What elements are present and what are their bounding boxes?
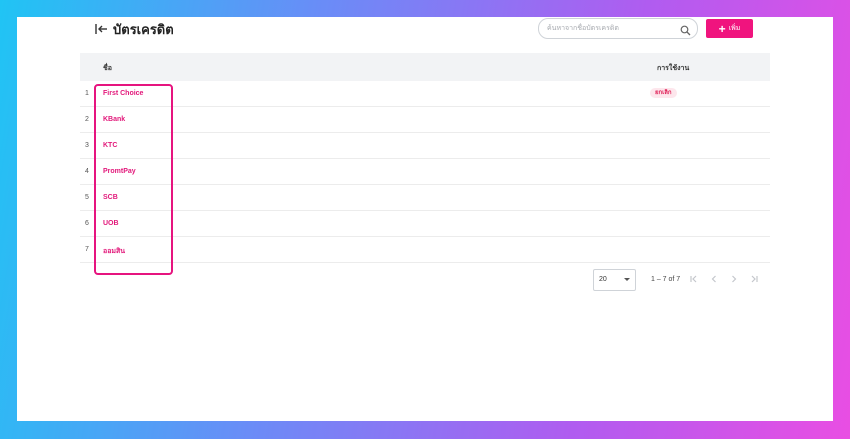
last-page-icon[interactable] — [747, 273, 761, 285]
page-size-value: 20 — [599, 276, 607, 283]
search-box[interactable] — [538, 18, 698, 39]
row-number: 1 — [85, 90, 89, 97]
pagination-range: 1 – 7 of 7 — [651, 276, 681, 283]
row-number: 7 — [85, 246, 89, 253]
row-number: 2 — [85, 116, 89, 123]
page-header: บัตรเครดิต + เพิ่ม — [80, 17, 770, 52]
credit-card-table: ชื่อ การใช้งาน 1 First Choice ยกเลิก 2 K… — [80, 53, 770, 263]
plus-icon: + — [718, 21, 726, 36]
card-name-link[interactable]: SCB — [103, 194, 118, 201]
search-icon[interactable] — [680, 23, 691, 36]
table-row[interactable]: 7 ออมสิน — [80, 237, 770, 263]
collapse-left-icon[interactable] — [94, 22, 108, 36]
app-frame: บัตรเครดิต + เพิ่ม ชื่อ การใช้งาน 1 Firs… — [17, 17, 833, 421]
first-page-icon[interactable] — [687, 273, 701, 285]
card-name-link[interactable]: ออมสิน — [103, 246, 125, 257]
prev-page-icon[interactable] — [707, 273, 721, 285]
page-size-select[interactable]: 20 — [593, 269, 636, 291]
row-number: 3 — [85, 142, 89, 149]
search-input[interactable] — [547, 19, 675, 38]
card-name-link[interactable]: KBank — [103, 116, 125, 123]
table-row[interactable]: 5 SCB — [80, 185, 770, 211]
card-name-link[interactable]: PromtPay — [103, 168, 136, 175]
add-button-label: เพิ่ม — [728, 25, 741, 32]
table-header: ชื่อ การใช้งาน — [80, 53, 770, 81]
caret-down-icon — [624, 278, 630, 281]
page-title: บัตรเครดิต — [113, 22, 174, 37]
row-number: 4 — [85, 168, 89, 175]
column-header-usage: การใช้งาน — [657, 65, 690, 72]
add-button[interactable]: + เพิ่ม — [706, 19, 753, 38]
row-number: 6 — [85, 220, 89, 227]
column-header-name: ชื่อ — [103, 65, 112, 72]
card-name-link[interactable]: UOB — [103, 220, 119, 227]
table-row[interactable]: 3 KTC — [80, 133, 770, 159]
table-row[interactable]: 2 KBank — [80, 107, 770, 133]
table-row[interactable]: 6 UOB — [80, 211, 770, 237]
table-row[interactable]: 1 First Choice ยกเลิก — [80, 81, 770, 107]
card-name-link[interactable]: First Choice — [103, 90, 143, 97]
table-row[interactable]: 4 PromtPay — [80, 159, 770, 185]
row-number: 5 — [85, 194, 89, 201]
status-badge: ยกเลิก — [650, 88, 677, 98]
next-page-icon[interactable] — [727, 273, 741, 285]
card-name-link[interactable]: KTC — [103, 142, 117, 149]
